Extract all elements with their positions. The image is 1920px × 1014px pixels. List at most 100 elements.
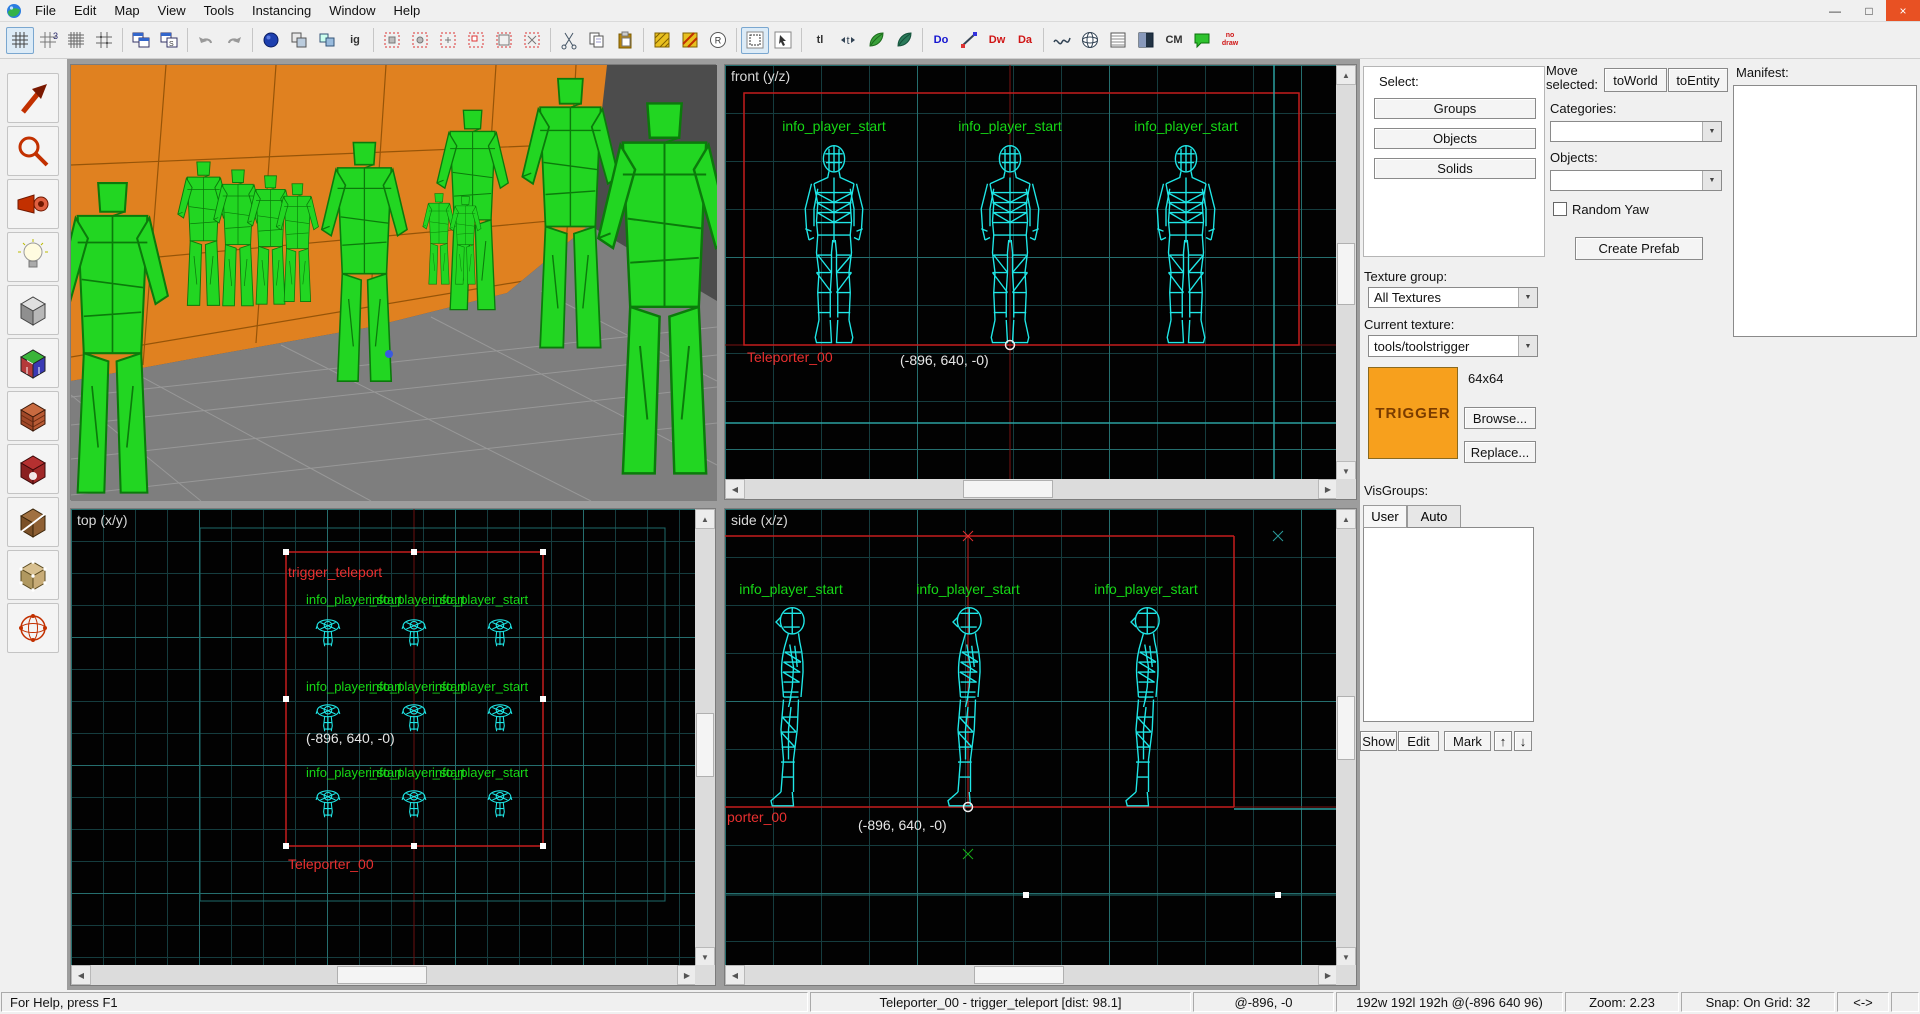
manifest-list[interactable] — [1733, 85, 1917, 337]
scroll-up-icon[interactable]: ▲ — [695, 509, 715, 529]
texture-application-tool[interactable] — [7, 338, 59, 388]
displacement-paint-icon[interactable] — [862, 27, 890, 54]
player-wireframe[interactable] — [804, 144, 864, 344]
visgroup-down-icon[interactable]: ↓ — [1514, 731, 1532, 751]
menu-window[interactable]: Window — [320, 0, 384, 21]
select-groups-button[interactable]: Groups — [1374, 98, 1536, 119]
apply-decals-tool[interactable] — [7, 444, 59, 494]
menu-view[interactable]: View — [149, 0, 195, 21]
displacement-overlay-icon[interactable]: Do — [927, 27, 955, 54]
player-wireframe[interactable] — [315, 704, 341, 732]
move-to-world-button[interactable]: toWorld — [1604, 68, 1667, 92]
scroll-down-icon[interactable]: ▼ — [1336, 947, 1356, 967]
player-wireframe[interactable] — [487, 790, 513, 818]
selection-tool[interactable] — [7, 73, 59, 123]
scrollbar-thumb[interactable] — [1337, 696, 1355, 761]
displacement-sculpt-icon[interactable] — [890, 27, 918, 54]
chevron-down-icon[interactable]: ▼ — [1518, 336, 1537, 356]
side-vertical-scrollbar[interactable]: ▲ ▼ — [1336, 509, 1356, 967]
carve-icon[interactable] — [285, 27, 313, 54]
player-wireframe[interactable] — [487, 619, 513, 647]
apply-current-texture-tool[interactable] — [7, 391, 59, 441]
displacement-slope-icon[interactable] — [955, 27, 983, 54]
scroll-right-icon[interactable]: ▶ — [1318, 479, 1338, 499]
entity-tool[interactable] — [7, 232, 59, 282]
select-objects-button[interactable]: Objects — [1374, 128, 1536, 149]
viewport-side[interactable]: info_player_start info_player_start info… — [724, 508, 1357, 986]
viewport-top-canvas[interactable]: trigger_teleport info_player_start info_… — [71, 509, 697, 967]
sphere-icon[interactable] — [1076, 27, 1104, 54]
top-vertical-scrollbar[interactable]: ▲ ▼ — [695, 509, 715, 967]
close-button[interactable]: × — [1886, 0, 1920, 21]
objects-select[interactable]: ▼ — [1550, 170, 1722, 191]
chevron-down-icon[interactable]: ▼ — [1702, 122, 1721, 141]
visgroup-show-button[interactable]: Show — [1360, 731, 1397, 751]
side-horizontal-scrollbar[interactable]: ◀ ▶ — [725, 965, 1338, 985]
player-wireframe[interactable] — [315, 619, 341, 647]
current-texture-select[interactable]: tools/toolstrigger ▼ — [1368, 335, 1538, 357]
texture-preview[interactable]: TRIGGER — [1368, 367, 1458, 459]
viewport-front[interactable]: info_player_start info_player_start info… — [724, 64, 1357, 500]
undo-icon[interactable] — [192, 27, 220, 54]
select-mode-cursor-icon[interactable] — [769, 27, 797, 54]
random-yaw-checkbox[interactable] — [1553, 202, 1567, 216]
unhide-all-icon[interactable] — [434, 27, 462, 54]
clipping-tool[interactable] — [7, 497, 59, 547]
run-map-icon[interactable] — [257, 27, 285, 54]
texture-group-select[interactable]: All Textures ▼ — [1368, 287, 1538, 308]
invert-selection-icon[interactable] — [518, 27, 546, 54]
viewport-front-canvas[interactable]: info_player_start info_player_start info… — [725, 65, 1338, 481]
menu-edit[interactable]: Edit — [65, 0, 105, 21]
magnify-tool[interactable] — [7, 126, 59, 176]
move-to-entity-button[interactable]: toEntity — [1668, 68, 1728, 92]
ignore-groups-icon[interactable]: ig — [341, 27, 369, 54]
minimize-button[interactable]: — — [1818, 0, 1852, 21]
chevron-down-icon[interactable]: ▼ — [1702, 171, 1721, 190]
viewport-3d-camera[interactable] — [56, 64, 732, 501]
nodraw-toggle-icon[interactable]: no draw — [1216, 27, 1244, 54]
copy-icon[interactable] — [583, 27, 611, 54]
toggle-grid-icon[interactable] — [6, 26, 34, 54]
front-vertical-scrollbar[interactable]: ▲ ▼ — [1336, 65, 1356, 481]
camera-tool[interactable] — [7, 179, 59, 229]
visgroup-edit-button[interactable]: Edit — [1398, 731, 1439, 751]
menu-help[interactable]: Help — [384, 0, 429, 21]
visgroup-up-icon[interactable]: ↑ — [1494, 731, 1512, 751]
vertex-tool[interactable] — [7, 550, 59, 600]
displacement-walkable-icon[interactable]: Dw — [983, 27, 1011, 54]
scroll-down-icon[interactable]: ▼ — [1336, 461, 1356, 481]
viewport-3d-canvas[interactable] — [56, 65, 732, 501]
redo-icon[interactable] — [220, 27, 248, 54]
scroll-right-icon[interactable]: ▶ — [677, 965, 697, 985]
smaller-grid-icon[interactable] — [62, 27, 90, 54]
scroll-up-icon[interactable]: ▲ — [1336, 65, 1356, 85]
scroll-left-icon[interactable]: ◀ — [71, 965, 91, 985]
select-enclosed-icon[interactable] — [490, 27, 518, 54]
texture-application-icon[interactable]: t — [834, 27, 862, 54]
replace-button[interactable]: Replace... — [1464, 441, 1536, 463]
displacement-alpha-icon[interactable]: Da — [1011, 27, 1039, 54]
texture-lock-icon[interactable] — [648, 27, 676, 54]
player-wireframe[interactable] — [1156, 144, 1216, 344]
maximize-button[interactable]: □ — [1852, 0, 1886, 21]
morph-tool[interactable] — [7, 603, 59, 653]
texture-lock-toggle-icon[interactable]: tl — [806, 27, 834, 54]
select-touching-icon[interactable] — [462, 27, 490, 54]
player-wireframe[interactable] — [315, 790, 341, 818]
tab-user[interactable]: User — [1363, 505, 1407, 528]
scrollbar-thumb[interactable] — [696, 712, 714, 777]
scroll-up-icon[interactable]: ▲ — [1336, 509, 1356, 529]
smoothing-groups-icon[interactable] — [1048, 27, 1076, 54]
cut-icon[interactable] — [555, 27, 583, 54]
visgroup-mark-button[interactable]: Mark — [1444, 731, 1491, 751]
scroll-left-icon[interactable]: ◀ — [725, 479, 745, 499]
hide-unselected-icon[interactable] — [406, 27, 434, 54]
player-wireframe[interactable] — [770, 606, 805, 807]
texture-scale-lock-icon[interactable] — [676, 27, 704, 54]
overlay-transparency-icon[interactable] — [1132, 27, 1160, 54]
browse-button[interactable]: Browse... — [1464, 407, 1536, 429]
scroll-left-icon[interactable]: ◀ — [725, 965, 745, 985]
chevron-down-icon[interactable]: ▼ — [1518, 288, 1537, 307]
load-window-state-icon[interactable] — [127, 27, 155, 54]
cordon-icon[interactable]: R — [704, 27, 732, 54]
